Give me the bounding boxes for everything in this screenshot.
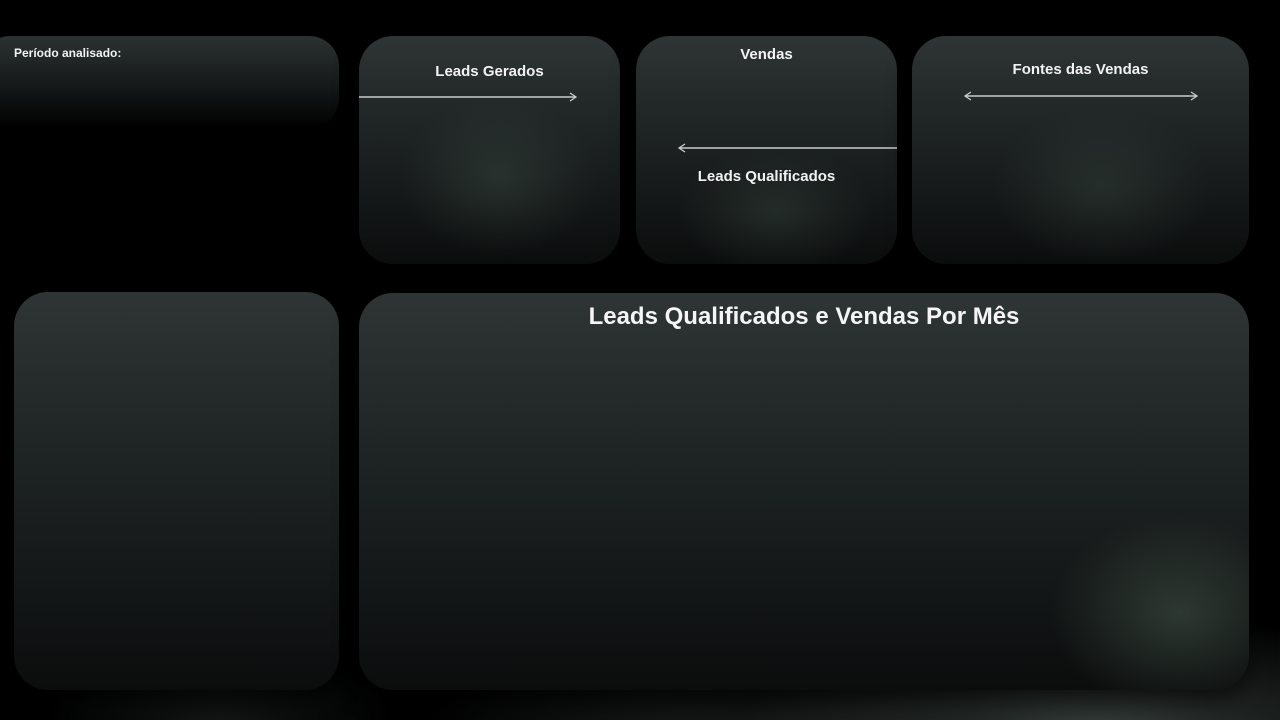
period-label: Período analisado: [14, 46, 122, 60]
leads-gerados-card[interactable]: Leads Gerados [359, 36, 620, 264]
double-arrow-icon [964, 91, 1198, 101]
monthly-chart-card: Leads Qualificados e Vendas Por Mês [359, 293, 1249, 690]
dashboard-page: Período analisado: Leads Gerados Vendas … [0, 0, 1280, 720]
period-card: Período analisado: [0, 36, 339, 128]
leads-gerados-title: Leads Gerados [435, 63, 544, 80]
monthly-chart-title: Leads Qualificados e Vendas Por Mês [588, 303, 1020, 330]
vendas-title: Vendas [740, 46, 793, 63]
arrow-right-icon [359, 92, 578, 102]
vendas-subtitle: Leads Qualificados [697, 168, 836, 185]
left-panel-card [14, 292, 339, 690]
fontes-vendas-title: Fontes das Vendas [1012, 61, 1149, 78]
fontes-vendas-card[interactable]: Fontes das Vendas [912, 36, 1249, 264]
vendas-card[interactable]: Vendas Leads Qualificados [636, 36, 897, 264]
arrow-left-icon [678, 143, 897, 153]
